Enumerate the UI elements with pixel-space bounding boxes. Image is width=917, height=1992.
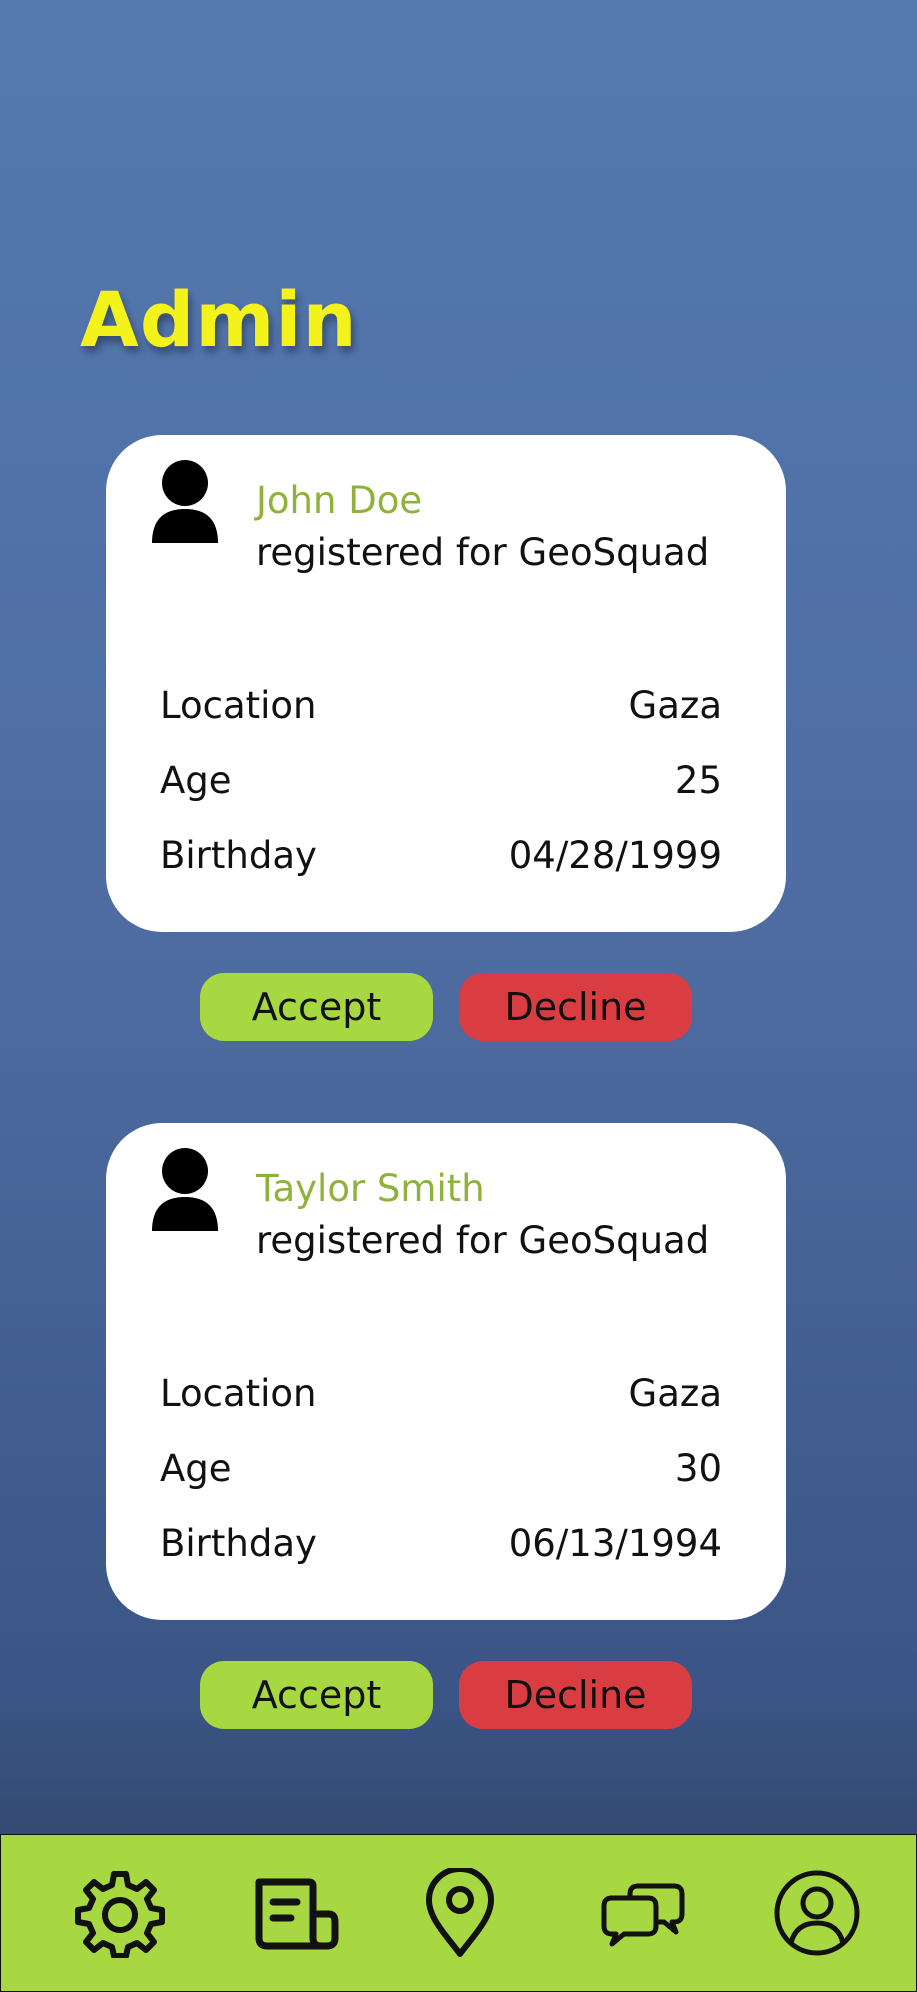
detail-row-birthday: Birthday 04/28/1999 (160, 831, 722, 879)
page-title: Admin (80, 275, 358, 364)
detail-row-age: Age 30 (160, 1444, 722, 1492)
detail-label: Location (160, 1371, 317, 1415)
user-name: John Doe (256, 479, 423, 522)
decline-button[interactable]: Decline (459, 1661, 692, 1729)
detail-label: Birthday (160, 1521, 317, 1565)
user-name: Taylor Smith (256, 1167, 485, 1210)
accept-button[interactable]: Accept (200, 1661, 433, 1729)
detail-value: Gaza (628, 1371, 722, 1415)
registration-card: Taylor Smith registered for GeoSquad Loc… (106, 1123, 786, 1620)
nav-chat[interactable] (598, 1868, 688, 1958)
detail-value: 04/28/1999 (508, 833, 722, 877)
detail-row-location: Location Gaza (160, 1369, 722, 1417)
location-pin-icon (426, 1866, 494, 1957)
detail-value: 25 (674, 758, 722, 802)
detail-value: Gaza (628, 683, 722, 727)
registration-subtitle: registered for GeoSquad (256, 531, 710, 574)
document-icon (255, 1878, 339, 1950)
detail-row-location: Location Gaza (160, 681, 722, 729)
accept-button[interactable]: Accept (200, 973, 433, 1041)
registration-subtitle: registered for GeoSquad (256, 1219, 710, 1262)
nav-settings[interactable] (75, 1868, 165, 1959)
chat-icon (601, 1883, 685, 1947)
detail-label: Age (160, 1446, 232, 1490)
user-avatar-icon (152, 1147, 218, 1231)
nav-documents[interactable] (251, 1868, 341, 1958)
detail-label: Age (160, 758, 232, 802)
nav-map[interactable] (415, 1866, 505, 1958)
bottom-nav-bar (0, 1834, 917, 1992)
decline-button[interactable]: Decline (459, 973, 692, 1041)
detail-label: Location (160, 683, 317, 727)
registration-card: John Doe registered for GeoSquad Locatio… (106, 435, 786, 932)
detail-row-birthday: Birthday 06/13/1994 (160, 1519, 722, 1567)
detail-label: Birthday (160, 833, 317, 877)
detail-value: 06/13/1994 (508, 1521, 722, 1565)
gear-icon (75, 1871, 165, 1959)
profile-icon (774, 1870, 860, 1956)
detail-value: 30 (674, 1446, 722, 1490)
detail-row-age: Age 25 (160, 756, 722, 804)
user-avatar-icon (152, 459, 218, 543)
nav-profile[interactable] (772, 1868, 862, 1958)
